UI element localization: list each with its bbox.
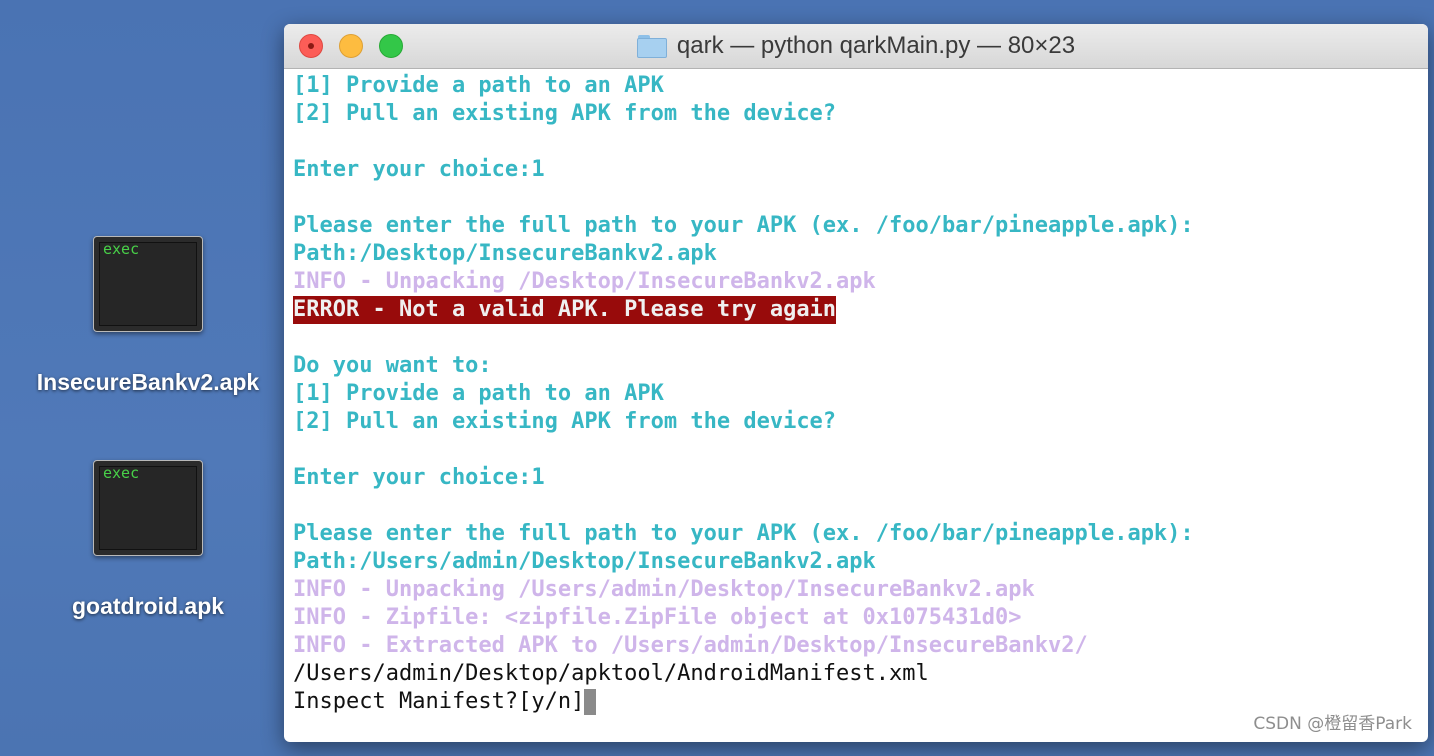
terminal-text: [2] Pull an existing APK from the device… (293, 101, 837, 126)
title-bar[interactable]: qark — python qarkMain.py — 80×23 (284, 24, 1428, 69)
terminal-line: [1] Provide a path to an APK (293, 72, 1420, 100)
terminal-line: INFO - Extracted APK to /Users/admin/Des… (293, 632, 1420, 660)
folder-icon (636, 34, 667, 58)
terminal-text: Path:/Desktop/InsecureBankv2.apk (293, 241, 717, 266)
terminal-line: Enter your choice:1 (293, 156, 1420, 184)
exec-badge: exec (103, 240, 140, 258)
terminal-line: [2] Pull an existing APK from the device… (293, 408, 1420, 436)
terminal-text: INFO - Zipfile: <zipfile.ZipFile object … (293, 605, 1022, 630)
terminal-cursor (584, 689, 597, 715)
exec-badge: exec (103, 464, 140, 482)
terminal-text: [2] Pull an existing APK from the device… (293, 409, 837, 434)
terminal-text: [1] Provide a path to an APK (293, 381, 664, 406)
terminal-text: /Users/admin/Desktop/apktool/AndroidMani… (293, 661, 929, 686)
terminal-line: /Users/admin/Desktop/apktool/AndroidMani… (293, 660, 1420, 688)
terminal-line: INFO - Unpacking /Users/admin/Desktop/In… (293, 576, 1420, 604)
terminal-text: Inspect Manifest?[y/n] (293, 689, 585, 714)
terminal-line: [1] Provide a path to an APK (293, 380, 1420, 408)
desktop-file-label[interactable]: InsecureBankv2.apk (28, 366, 268, 398)
terminal-text: Enter your choice:1 (293, 157, 545, 182)
terminal-text: INFO - Extracted APK to /Users/admin/Des… (293, 633, 1088, 658)
terminal-text: [1] Provide a path to an APK (293, 73, 664, 98)
desktop-file-goatdroid[interactable]: exec goatdroid.apk (28, 460, 268, 622)
terminal-line: Please enter the full path to your APK (… (293, 212, 1420, 240)
desktop-file-insecurebankv2[interactable]: exec InsecureBankv2.apk (28, 236, 268, 398)
terminal-line: Do you want to: (293, 352, 1420, 380)
terminal-line: Inspect Manifest?[y/n] (293, 688, 1420, 716)
terminal-output[interactable]: [1] Provide a path to an APK [2] Pull an … (293, 72, 1420, 738)
terminal-line: [2] Pull an existing APK from the device… (293, 100, 1420, 128)
terminal-line: Path:/Users/admin/Desktop/InsecureBankv2… (293, 548, 1420, 576)
terminal-line: ERROR - Not a valid APK. Please try agai… (293, 296, 1420, 324)
terminal-text: INFO - Unpacking /Users/admin/Desktop/In… (293, 577, 1035, 602)
exec-file-icon[interactable]: exec (93, 460, 203, 556)
terminal-text: INFO - Unpacking /Desktop/InsecureBankv2… (293, 269, 876, 294)
terminal-line: Path:/Desktop/InsecureBankv2.apk (293, 240, 1420, 268)
desktop-file-label[interactable]: goatdroid.apk (28, 590, 268, 622)
exec-file-icon[interactable]: exec (93, 236, 203, 332)
terminal-line: INFO - Unpacking /Desktop/InsecureBankv2… (293, 268, 1420, 296)
watermark: CSDN @橙留香Park (1253, 714, 1412, 734)
terminal-text: Please enter the full path to your APK (… (293, 521, 1194, 546)
terminal-line: Enter your choice:1 (293, 464, 1420, 492)
terminal-text: Do you want to: (293, 353, 492, 378)
terminal-text: Please enter the full path to your APK (… (293, 213, 1194, 238)
error-message: ERROR - Not a valid APK. Please try agai… (293, 296, 837, 324)
window-title: qark — python qarkMain.py — 80×23 (676, 32, 1076, 59)
terminal-line: INFO - Zipfile: <zipfile.ZipFile object … (293, 604, 1420, 632)
terminal-text: Path:/Users/admin/Desktop/InsecureBankv2… (293, 549, 876, 574)
terminal-text: Enter your choice:1 (293, 465, 545, 490)
terminal-window[interactable]: qark — python qarkMain.py — 80×23 [1] Pr… (284, 24, 1428, 742)
terminal-line: Please enter the full path to your APK (… (293, 520, 1420, 548)
